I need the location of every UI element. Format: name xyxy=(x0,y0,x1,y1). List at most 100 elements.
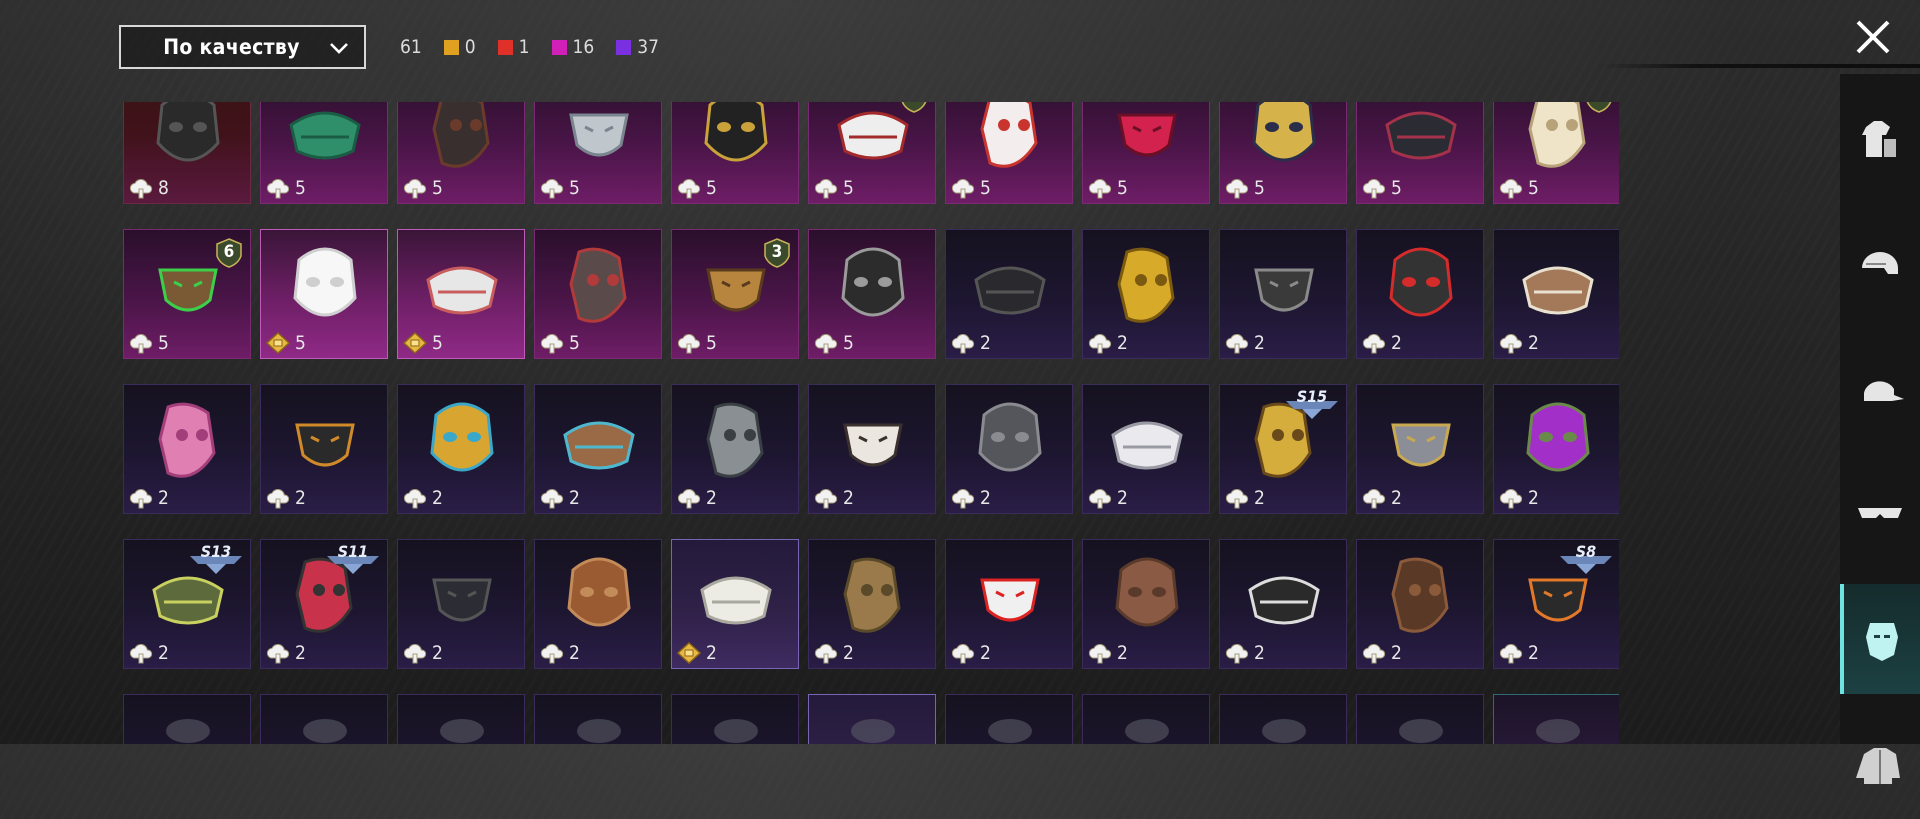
grid-item-tactical-mask[interactable]: 2 xyxy=(1219,229,1347,359)
grid-item-white-half-mask[interactable]: 2 xyxy=(1082,384,1210,514)
price-value: 2 xyxy=(843,487,854,509)
grid-item-walrus-mask[interactable]: 2 xyxy=(1493,229,1619,359)
grid-item-green-goggle-helmet[interactable]: 2 S13 xyxy=(123,539,251,669)
close-icon[interactable] xyxy=(1848,12,1898,62)
grid-item-black-hood-mask[interactable]: 8 xyxy=(123,102,251,204)
pink-swatch xyxy=(551,39,567,55)
cloud-currency-icon xyxy=(951,179,975,199)
grid-item-plaid-scarf[interactable]: 2 xyxy=(534,539,662,669)
cloud-currency-icon xyxy=(1225,644,1249,664)
grid-item-clown-mask[interactable]: 2 xyxy=(945,539,1073,669)
grid-item-flame-scarf[interactable]: 2 S8 xyxy=(1493,539,1619,669)
grid-item-gold-masquerade[interactable]: 2 xyxy=(1082,229,1210,359)
price-value: 2 xyxy=(158,642,169,664)
grid-item-red-visor[interactable]: 5 xyxy=(1082,102,1210,204)
grid-item-dark-tangled-mask[interactable]: 5 xyxy=(397,102,525,204)
grid-item-yellow-gas-mask[interactable]: 2 xyxy=(397,384,525,514)
purple-count: 37 xyxy=(616,36,659,58)
grid-item-mustache[interactable]: 2 xyxy=(1356,539,1484,669)
rail-tab-jacket[interactable] xyxy=(1840,709,1920,819)
rail-tab-mask[interactable] xyxy=(1840,584,1920,694)
cloud-currency-icon xyxy=(1225,489,1249,509)
grid-item-gold-crown-mask[interactable]: 5 xyxy=(1219,102,1347,204)
grid-item-skull-bandana[interactable]: 5 xyxy=(397,229,525,359)
grid-item-green-leaf-mask[interactable]: 56 xyxy=(123,229,251,359)
rail-tab-cap[interactable] xyxy=(1840,334,1920,444)
grid-item-strap-goggles[interactable]: 2 xyxy=(260,384,388,514)
grid-item-partial-item[interactable] xyxy=(671,694,799,744)
price-tag: 2 xyxy=(950,486,991,510)
price-value: 2 xyxy=(158,487,169,509)
grid-item-steel-gas-mask[interactable]: 2 xyxy=(671,384,799,514)
grid-item-black-respirator[interactable]: 2 xyxy=(945,229,1073,359)
cap-icon xyxy=(1864,381,1904,401)
grid-item-graffiti-face-mask[interactable]: 5C5S13 xyxy=(671,102,799,204)
grid-item-wolf-face-mask[interactable]: 2 xyxy=(1219,539,1347,669)
grid-item-partial-item[interactable] xyxy=(1219,694,1347,744)
grid-item-plague-mask[interactable]: 5 xyxy=(534,229,662,359)
grid-item-silver-masquerade[interactable]: 2 xyxy=(1356,384,1484,514)
grid-item-partial-item[interactable] xyxy=(260,694,388,744)
grid-item-joker-mask[interactable]: 5 21 xyxy=(808,102,936,204)
cloud-currency-icon xyxy=(1362,334,1386,354)
grid-item-partial-item[interactable] xyxy=(808,694,936,744)
grid-item-red-eye-visor[interactable]: 2 xyxy=(1356,229,1484,359)
grid-item-aviator-skull[interactable]: 2 xyxy=(534,384,662,514)
grid-item-partial-item[interactable] xyxy=(123,694,251,744)
rail-tab-helmet[interactable] xyxy=(1840,209,1920,319)
grid-item-partial-item[interactable] xyxy=(1493,694,1619,744)
grid-item-grey-face-mask[interactable]: 2 xyxy=(945,384,1073,514)
cloud-currency-icon xyxy=(129,644,153,664)
price-value: 5 xyxy=(158,332,169,354)
grid-item-brass-gas-mask[interactable]: 2 xyxy=(808,539,936,669)
grid-item-partial-item[interactable] xyxy=(534,694,662,744)
price-tag: 2 xyxy=(1224,641,1265,665)
grid-item-pink-dino-mask[interactable]: 2 xyxy=(123,384,251,514)
grid-item-partial-item[interactable] xyxy=(397,694,525,744)
cloud-currency-icon xyxy=(1362,179,1386,199)
grid-item-partial-item[interactable] xyxy=(1082,694,1210,744)
rail-tab-glasses[interactable] xyxy=(1840,459,1920,569)
outfit-icon xyxy=(1862,121,1896,157)
grid-item-white-skull-mask[interactable]: 2 xyxy=(808,384,936,514)
grid-item-black-scarf[interactable]: 2 xyxy=(397,539,525,669)
divider xyxy=(1600,64,1920,68)
grid-item-kitsune-mask[interactable]: 5 xyxy=(945,102,1073,204)
grid-item-gold-skull-mask[interactable]: 53 xyxy=(671,229,799,359)
grid-item-purple-gas-mask[interactable]: 2 xyxy=(1493,384,1619,514)
cloud-currency-icon xyxy=(677,179,701,199)
grid-item-silver-tech-mask[interactable]: 5C7S21 xyxy=(534,102,662,204)
grid-item-bone-mask[interactable]: 5 11 xyxy=(1493,102,1619,204)
jacket-icon xyxy=(1856,748,1900,784)
price-tag: 2 xyxy=(813,641,854,665)
grid-item-red-respirator[interactable]: 2 S11 xyxy=(260,539,388,669)
price-tag: 2 xyxy=(950,641,991,665)
sort-quality-dropdown[interactable]: По качеству xyxy=(119,25,366,69)
cloud-currency-icon xyxy=(540,489,564,509)
level-badge: 6 xyxy=(216,238,242,268)
price-tag: 2 xyxy=(1361,486,1402,510)
price-value: 2 xyxy=(1254,487,1265,509)
grid-item-white-cloth-mask[interactable]: 5 xyxy=(260,229,388,359)
price-value: 5 xyxy=(1391,177,1402,199)
season-badge: S8 xyxy=(1558,542,1614,576)
price-value: 5 xyxy=(1254,177,1265,199)
item-grid[interactable]: 85C4S1055C7S215C5S135215555C5S1451156555… xyxy=(119,102,1619,744)
grid-item-partial-item[interactable] xyxy=(945,694,1073,744)
cloud-currency-icon xyxy=(814,489,838,509)
grid-item-skull-scarf[interactable]: 5 xyxy=(808,229,936,359)
grid-item-monster-snout-mask[interactable]: 2 xyxy=(1082,539,1210,669)
price-value: 2 xyxy=(980,487,991,509)
level-badge: 11 xyxy=(1586,102,1612,113)
red-count: 1 xyxy=(497,36,530,58)
grid-item-mummy-wrap[interactable]: 2 xyxy=(671,539,799,669)
price-value: 2 xyxy=(295,642,306,664)
grid-item-green-bandage-mask[interactable]: 5C4S10 xyxy=(260,102,388,204)
cloud-currency-icon xyxy=(951,644,975,664)
grid-item-gold-demon-mask[interactable]: 2 S15 xyxy=(1219,384,1347,514)
price-value: 5 xyxy=(1528,177,1539,199)
rail-tab-outfit[interactable] xyxy=(1840,84,1920,194)
grid-item-black-cloth-mask[interactable]: 5C5S14 xyxy=(1356,102,1484,204)
grid-item-partial-item[interactable] xyxy=(1356,694,1484,744)
sort-label: По качеству xyxy=(163,35,300,59)
